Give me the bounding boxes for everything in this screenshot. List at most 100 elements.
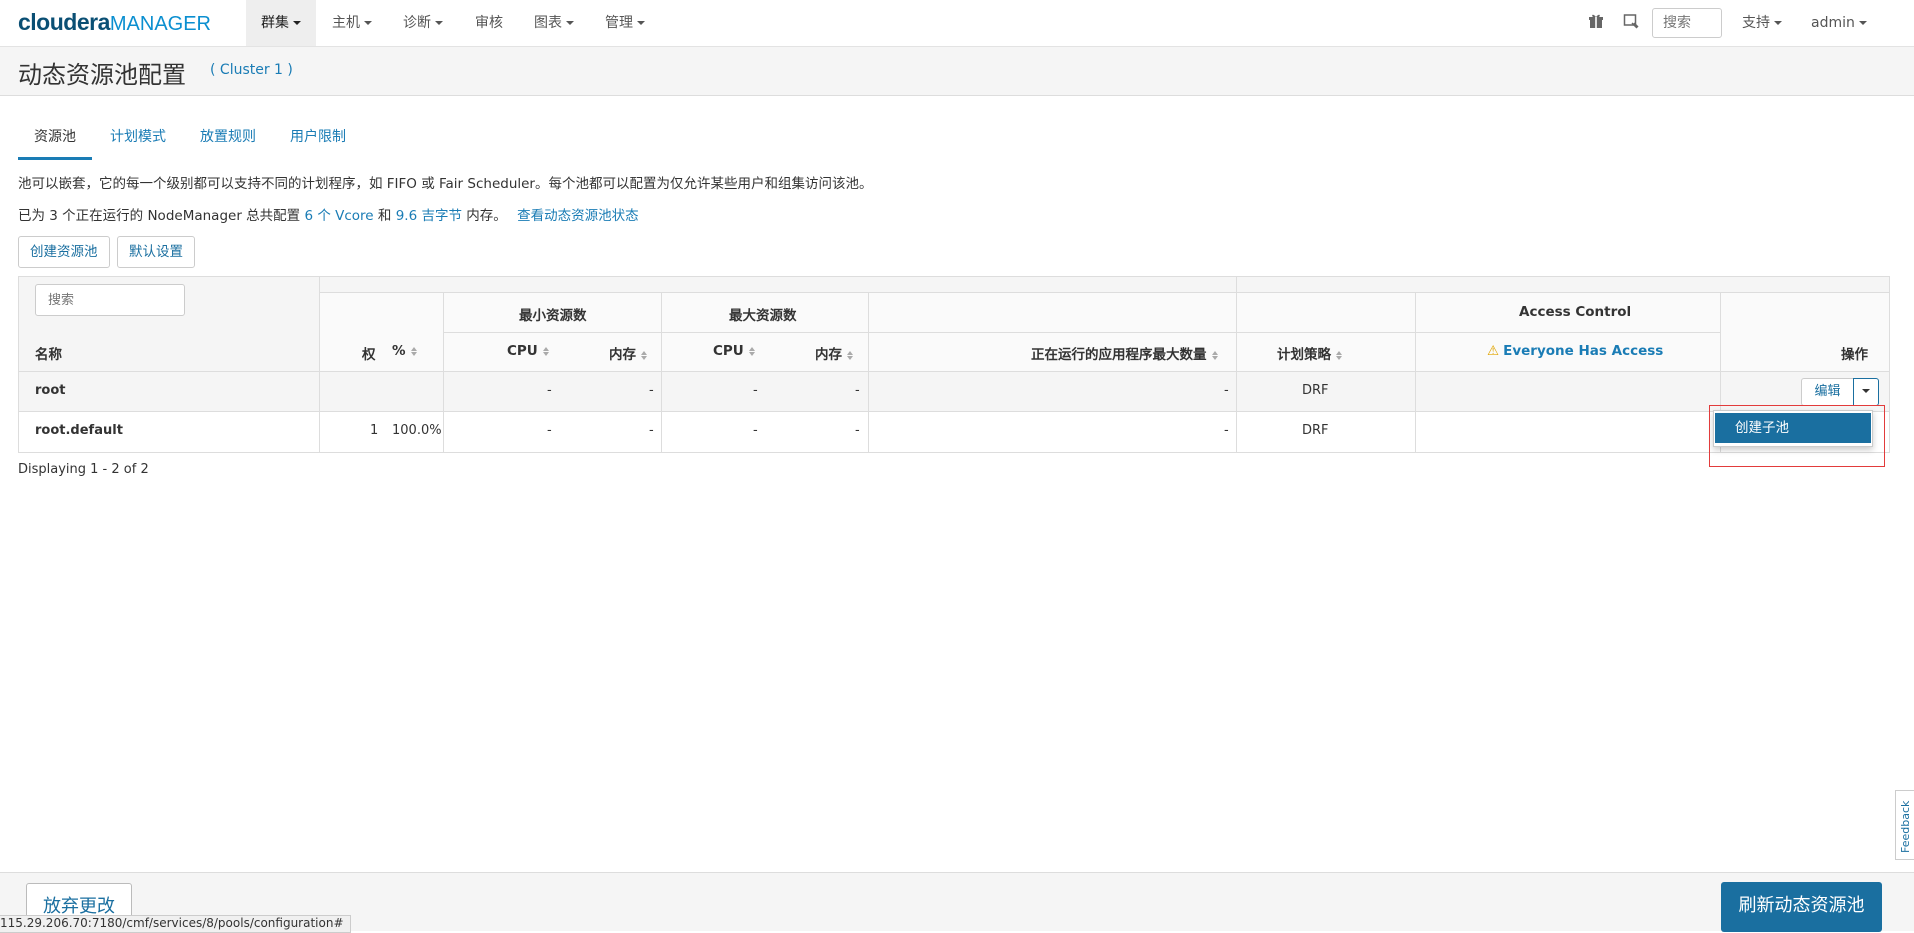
sort-icon [748, 346, 755, 356]
everyone-access-label: Everyone Has Access [1503, 343, 1664, 359]
nav-charts[interactable]: 图表 [519, 0, 589, 46]
nav-support[interactable]: 支持 [1727, 0, 1797, 46]
logo-manager-text: MANAGER [109, 13, 211, 35]
tab-placement-rules[interactable]: 放置规则 [200, 118, 256, 160]
col-operations-header: 操作 [1841, 347, 1868, 363]
row-default-max-cpu: - [753, 423, 758, 438]
divider [319, 277, 320, 452]
nav-user-menu[interactable]: admin [1796, 0, 1882, 46]
col-weight-header[interactable]: 权 [362, 343, 376, 363]
row-default-policy: DRF [1302, 423, 1329, 438]
row-root-min-mem: - [649, 383, 654, 398]
col-policy-header[interactable]: 计划策略 [1277, 343, 1342, 363]
default-settings-button[interactable]: 默认设置 [117, 236, 195, 268]
row-root-policy: DRF [1302, 383, 1329, 398]
page-header: 动态资源池配置 ( Cluster 1 ) [0, 47, 1914, 96]
row-root-max-cpu: - [753, 383, 758, 398]
nav-audits-label: 审核 [475, 15, 503, 31]
summary-prefix: 已为 3 个正在运行的 NodeManager 总共配置 [18, 208, 301, 224]
tasks-icon[interactable] [1621, 13, 1641, 33]
divider [444, 332, 1720, 333]
col-min-mem-header[interactable]: 内存 [609, 343, 647, 363]
chevron-down-icon [293, 21, 301, 25]
nav-support-label: 支持 [1742, 15, 1770, 31]
pool-description: 池可以嵌套，它的每一个级别都可以支持不同的计划程序，如 FIFO 或 Fair … [18, 176, 873, 192]
col-min-cpu-header[interactable]: CPU [507, 343, 549, 359]
nav-clusters[interactable]: 群集 [246, 0, 316, 46]
chevron-down-icon [637, 21, 645, 25]
sort-icon [1336, 350, 1342, 360]
nav-diagnostics[interactable]: 诊断 [388, 0, 458, 46]
sort-icon [542, 346, 549, 356]
col-max-apps-header[interactable]: 正在运行的应用程序最大数量 [1031, 343, 1218, 363]
row-default-max-apps: - [1224, 423, 1229, 438]
col-policy-label: 计划策略 [1277, 347, 1331, 363]
header-top-band [319, 277, 1889, 293]
col-max-mem-header[interactable]: 内存 [815, 343, 853, 363]
nav-administration-label: 管理 [605, 15, 633, 31]
summary-and: 和 [377, 208, 392, 224]
summary-suffix: 内存。 [466, 208, 507, 224]
divider [868, 293, 869, 452]
global-search-input[interactable] [1652, 8, 1722, 38]
feedback-label: Feedback [1899, 800, 1912, 853]
edit-dropdown-toggle[interactable] [1853, 378, 1879, 406]
pool-status-link[interactable]: 查看动态资源池状态 [517, 208, 639, 224]
divider [661, 293, 662, 452]
col-min-mem-label: 内存 [609, 347, 636, 363]
nav-administration[interactable]: 管理 [590, 0, 660, 46]
row-default-name[interactable]: root.default [35, 423, 123, 438]
vcore-link[interactable]: 6 个 Vcore [304, 208, 373, 224]
cloudera-manager-logo[interactable]: clouderaMANAGER [18, 9, 211, 36]
row-default-weight: 1 [370, 423, 379, 438]
create-pool-button[interactable]: 创建资源池 [18, 236, 110, 268]
row-root-name[interactable]: root [35, 383, 66, 398]
page-title: 动态资源池配置 [18, 61, 186, 89]
min-resources-header: 最小资源数 [519, 308, 587, 324]
tab-schedule-mode[interactable]: 计划模式 [110, 118, 166, 160]
chevron-down-icon [566, 21, 574, 25]
divider [19, 371, 1889, 372]
nav-audits[interactable]: 审核 [460, 0, 518, 46]
col-weight-label: 权 [362, 347, 376, 363]
col-max-cpu-label: CPU [713, 343, 744, 359]
refresh-pools-button[interactable]: 刷新动态资源池 [1721, 882, 1882, 932]
table-search-input[interactable] [35, 284, 185, 316]
divider [319, 292, 1889, 293]
cluster-link[interactable]: ( Cluster 1 ) [210, 62, 293, 78]
gift-icon[interactable] [1586, 13, 1606, 33]
row-root-min-cpu: - [547, 383, 552, 398]
top-navbar: clouderaMANAGER 群集 主机 诊断 审核 图表 管理 支持 adm… [0, 0, 1914, 47]
chevron-down-icon [435, 21, 443, 25]
nav-clusters-label: 群集 [261, 15, 289, 31]
row-default-max-mem: - [855, 423, 860, 438]
resource-summary: 已为 3 个正在运行的 NodeManager 总共配置 6 个 Vcore 和… [18, 204, 639, 224]
col-max-cpu-header[interactable]: CPU [713, 343, 755, 359]
divider [1415, 293, 1416, 452]
nav-hosts-label: 主机 [332, 15, 360, 31]
tab-resource-pools[interactable]: 资源池 [18, 118, 92, 160]
chevron-down-icon [1774, 21, 1782, 25]
nav-user-label: admin [1811, 15, 1855, 31]
table-pagination-info: Displaying 1 - 2 of 2 [18, 462, 149, 477]
browser-status-url: 115.29.206.70:7180/cmf/services/8/pools/… [0, 915, 351, 933]
edit-button[interactable]: 编辑 [1801, 378, 1854, 406]
tab-user-limits[interactable]: 用户限制 [290, 118, 346, 160]
row-root-max-mem: - [855, 383, 860, 398]
feedback-tab[interactable]: Feedback [1895, 790, 1914, 860]
divider [1236, 277, 1237, 452]
nav-hosts[interactable]: 主机 [317, 0, 387, 46]
everyone-access-link[interactable]: ⚠ Everyone Has Access [1487, 343, 1663, 359]
sort-icon [1211, 350, 1218, 360]
highlight-box [1709, 405, 1885, 467]
resource-pool-table: 名称 权 % 最小资源数 最大资源数 CPU 内存 CPU 内存 正在运行的应用… [18, 276, 1890, 453]
divider [19, 411, 1889, 412]
chevron-down-icon [364, 21, 372, 25]
nav-diagnostics-label: 诊断 [403, 15, 431, 31]
row-default-min-mem: - [649, 423, 654, 438]
col-percent-header[interactable]: % [392, 343, 417, 359]
memory-link[interactable]: 9.6 吉字节 [396, 208, 462, 224]
root-row-band [19, 371, 1889, 411]
max-resources-header: 最大资源数 [729, 308, 797, 324]
col-name-header: 名称 [35, 347, 62, 363]
